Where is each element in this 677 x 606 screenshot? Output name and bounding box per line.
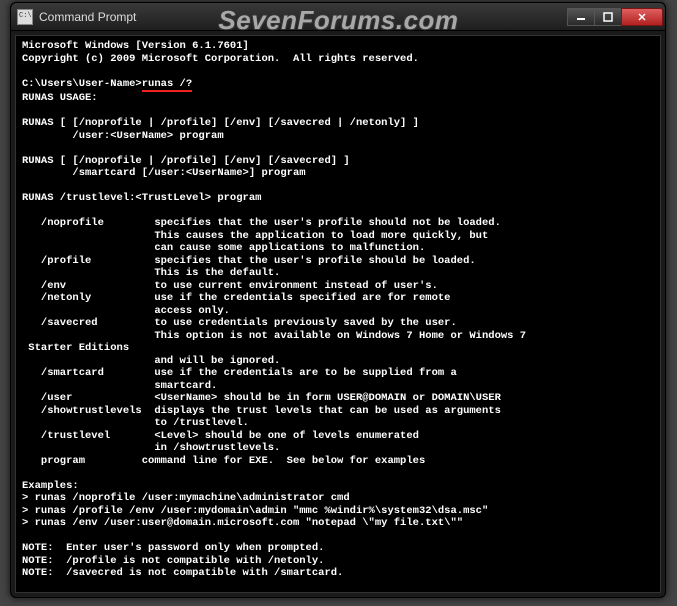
- text-line: > runas /profile /env /user:mydomain\adm…: [22, 505, 488, 517]
- text-line: RUNAS USAGE:: [22, 92, 98, 104]
- text-line: /smartcard [/user:<UserName>] program: [22, 167, 306, 179]
- text-line: RUNAS [ [/noprofile | /profile] [/env] […: [22, 117, 419, 129]
- command-prompt-window: Command Prompt Microsoft Windows [Versio…: [10, 2, 666, 598]
- text-line: smartcard.: [22, 380, 217, 392]
- titlebar[interactable]: Command Prompt: [11, 3, 665, 31]
- text-line: /netonly use if the credentials specifie…: [22, 292, 450, 304]
- text-line: /user:<UserName> program: [22, 130, 224, 142]
- text-line: RUNAS [ [/noprofile | /profile] [/env] […: [22, 155, 350, 167]
- text-line: This causes the application to load more…: [22, 230, 488, 242]
- text-line: /savecred to use credentials previously …: [22, 317, 457, 329]
- text-line: program command line for EXE. See below …: [22, 455, 425, 467]
- text-line: This is the default.: [22, 267, 280, 279]
- text-line: /noprofile specifies that the user's pro…: [22, 217, 501, 229]
- text-line: /trustlevel <Level> should be one of lev…: [22, 430, 419, 442]
- highlighted-command: runas /?: [142, 78, 192, 93]
- terminal-output[interactable]: Microsoft Windows [Version 6.1.7601] Cop…: [15, 35, 661, 593]
- text-line: access only.: [22, 305, 230, 317]
- text-line: NOTE: Enter user's password only when pr…: [22, 542, 324, 554]
- text-line: Starter Editions: [22, 342, 129, 354]
- text-line: This option is not available on Windows …: [22, 330, 526, 342]
- prompt-path: C:\Users\User-Name>: [22, 592, 142, 593]
- window-controls: [568, 8, 663, 26]
- close-button[interactable]: [621, 8, 663, 26]
- text-line: /smartcard use if the credentials are to…: [22, 367, 457, 379]
- text-line: /user <UserName> should be in form USER@…: [22, 392, 501, 404]
- minimize-button[interactable]: [567, 8, 595, 26]
- text-line: > runas /noprofile /user:mymachine\admin…: [22, 492, 350, 504]
- prompt-path: C:\Users\User-Name>: [22, 78, 142, 90]
- text-line: Examples:: [22, 480, 79, 492]
- text-line: NOTE: /profile is not compatible with /n…: [22, 555, 324, 567]
- window-title: Command Prompt: [39, 10, 568, 24]
- text-line: RUNAS /trustlevel:<TrustLevel> program: [22, 192, 261, 204]
- text-line: to /trustlevel.: [22, 417, 249, 429]
- text-line: Microsoft Windows [Version 6.1.7601]: [22, 40, 249, 52]
- text-line: /env to use current environment instead …: [22, 280, 438, 292]
- text-line: /profile specifies that the user's profi…: [22, 255, 476, 267]
- text-line: and will be ignored.: [22, 355, 280, 367]
- text-line: NOTE: /savecred is not compatible with /…: [22, 567, 343, 579]
- text-line: in /showtrustlevels.: [22, 442, 280, 454]
- text-line: /showtrustlevels displays the trust leve…: [22, 405, 501, 417]
- text-line: Copyright (c) 2009 Microsoft Corporation…: [22, 53, 419, 65]
- maximize-button[interactable]: [594, 8, 622, 26]
- cmd-icon: [17, 9, 33, 25]
- text-line: > runas /env /user:user@domain.microsoft…: [22, 517, 463, 529]
- text-line: can cause some applications to malfuncti…: [22, 242, 425, 254]
